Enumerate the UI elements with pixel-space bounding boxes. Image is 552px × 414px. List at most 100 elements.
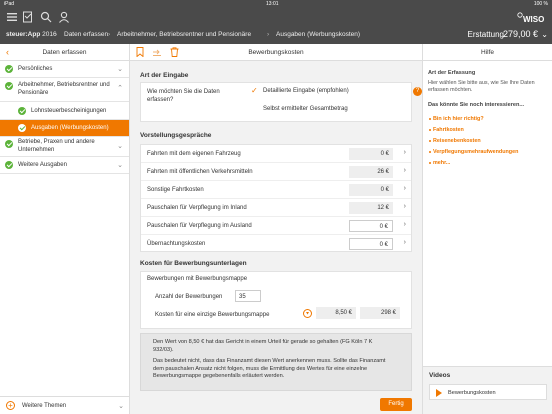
sidebar-item-persoenliches[interactable]: Persönliches ⌄ xyxy=(0,61,129,78)
videos-section: Videos Bewerbungskosten xyxy=(423,366,552,414)
row-verpflegung-inland[interactable]: Pauschalen für Verpflegung im Inland 12 … xyxy=(141,199,411,217)
help-link[interactable]: Verpflegungsmehraufwendungen xyxy=(433,149,518,155)
sidebar-item-label: Lohnsteuerbescheinigungen xyxy=(31,108,107,114)
sidebar-item-label: Ausgaben (Werbungskosten) xyxy=(31,125,109,131)
row-label: Fahrten mit öffentlichen Verkehrsmitteln xyxy=(147,169,253,175)
help-header: Hilfe xyxy=(423,44,552,61)
row-value-input[interactable]: 0 € xyxy=(349,220,393,232)
sidebar-item-lohnsteuer[interactable]: Lohnsteuerbescheinigungen xyxy=(0,102,129,120)
svg-text:WISO: WISO xyxy=(523,15,544,24)
chevron-down-icon[interactable]: ⌄ xyxy=(541,30,548,39)
breadcrumb-item[interactable]: Ausgaben (Werbungskosten) xyxy=(276,31,360,38)
breadcrumb-item[interactable]: Daten erfassen xyxy=(64,31,108,38)
row-value-input[interactable]: 0 € xyxy=(349,238,393,250)
sidebar-header: ‹ Daten erfassen xyxy=(0,44,129,61)
more-topics[interactable]: + Weitere Themen ⌄ xyxy=(0,396,130,414)
row-value: 0 € xyxy=(349,184,393,196)
main-header: Bewerbungskosten xyxy=(130,44,422,61)
main-panel: Bewerbungskosten Art der Eingabe Wie möc… xyxy=(130,44,422,414)
refund-amount[interactable]: 279,00 € xyxy=(503,29,538,39)
check-icon xyxy=(5,161,13,169)
more-topics-label: Weitere Themen xyxy=(22,403,67,409)
breadcrumb-item[interactable]: Arbeitnehmer, Betriebsrentner und Pensio… xyxy=(117,31,251,38)
search-icon[interactable] xyxy=(40,11,52,23)
plus-icon: + xyxy=(6,401,15,410)
input-type-card: Wie möchten Sie die Daten erfassen? ✓ De… xyxy=(140,82,412,122)
check-icon xyxy=(5,65,13,73)
checkmark-icon: ✓ xyxy=(251,86,258,95)
option-total[interactable]: Selbst ermittelter Gesamtbetrag xyxy=(263,106,348,112)
videos-title: Videos xyxy=(429,372,451,379)
sidebar-item-betriebe[interactable]: Betriebe, Praxen und andere Unternehmen … xyxy=(0,137,129,157)
sidebar: ‹ Daten erfassen Persönliches ⌄ Arbeitne… xyxy=(0,44,130,414)
app-name: steuer:App 2016 xyxy=(6,31,57,38)
help-link[interactable]: Reisenebenkosten xyxy=(433,138,481,144)
chevron-right-icon[interactable]: › xyxy=(404,203,406,210)
status-bar: iPad 13:01 100 % xyxy=(0,0,552,7)
chevron-right-icon[interactable]: › xyxy=(404,185,406,192)
interview-costs-card: Fahrten mit dem eigenen Fahrzeug 0 € › F… xyxy=(140,144,412,252)
check-icon xyxy=(5,82,13,90)
option-detailed[interactable]: Detaillierte Eingabe (empfohlen) xyxy=(263,88,349,94)
menu-icon[interactable] xyxy=(6,11,18,23)
chevron-up-icon: ⌃ xyxy=(117,85,123,92)
cost-label: Kosten für eine einzige Bewerbungsmappe xyxy=(155,312,270,318)
help-info-icon[interactable]: ? xyxy=(413,87,422,96)
row-label: Pauschalen für Verpflegung im Inland xyxy=(147,205,247,211)
row-label: Fahrten mit dem eigenen Fahrzeug xyxy=(147,151,241,157)
sidebar-item-weitere-ausgaben[interactable]: Weitere Ausgaben ⌄ xyxy=(0,157,129,174)
help-panel: Hilfe Art der Erfassung Hier wählen Sie … xyxy=(422,44,552,414)
sidebar-item-label: Persönliches xyxy=(18,66,53,72)
help-heading: Art der Erfassung xyxy=(428,70,476,76)
help-link[interactable]: Fahrtkosten xyxy=(433,127,464,133)
breadcrumb: steuer:App 2016 › Daten erfassen › Arbei… xyxy=(0,27,552,44)
wiso-logo: WISO xyxy=(516,11,546,25)
row-uebernachtung[interactable]: Übernachtungskosten 0 € › xyxy=(141,235,411,253)
done-button[interactable]: Fertig xyxy=(380,398,412,411)
docs-subheading: Bewerbungen mit Bewerbungsmappe xyxy=(147,276,248,282)
chevron-right-icon[interactable]: › xyxy=(404,221,406,228)
count-input[interactable]: 35 xyxy=(235,290,261,302)
section-art: Art der Eingabe xyxy=(140,72,189,79)
sidebar-item-ausgaben[interactable]: Ausgaben (Werbungskosten) xyxy=(0,120,129,137)
chevron-down-icon: ⌄ xyxy=(118,403,124,410)
input-type-question: Wie möchten Sie die Daten erfassen? xyxy=(147,89,220,103)
check-icon xyxy=(18,107,26,115)
row-value: 26 € xyxy=(349,166,393,178)
notice-box: Den Wert von 8,50 € hat das Gericht in e… xyxy=(140,333,412,391)
check-icon xyxy=(18,124,26,132)
row-label: Sonstige Fahrtkosten xyxy=(147,187,204,193)
checklist-icon[interactable] xyxy=(22,11,34,23)
row-oepnv[interactable]: Fahrten mit öffentlichen Verkehrsmitteln… xyxy=(141,163,411,181)
refund-label: Erstattung xyxy=(467,30,504,39)
chevron-down-icon: ⌄ xyxy=(117,162,123,169)
section-vorstellung: Vorstellungsgespräche xyxy=(140,132,212,139)
sidebar-item-label: Weitere Ausgaben xyxy=(18,162,67,168)
notice-text-1: Den Wert von 8,50 € hat das Gericht in e… xyxy=(153,339,373,353)
chevron-right-icon[interactable]: › xyxy=(404,239,406,246)
play-icon xyxy=(436,389,442,397)
sidebar-item-label: Arbeitnehmer, Betriebsrentner und Pensio… xyxy=(18,82,110,96)
video-title: Bewerbungskosten xyxy=(448,390,496,396)
chevron-down-icon: ⌄ xyxy=(117,143,123,150)
user-icon[interactable] xyxy=(58,11,70,23)
calculator-icon[interactable] xyxy=(303,309,312,318)
chevron-down-icon: ⌄ xyxy=(117,66,123,73)
sidebar-title: Daten erfassen xyxy=(42,49,87,56)
row-verpflegung-ausland[interactable]: Pauschalen für Verpflegung im Ausland 0 … xyxy=(141,217,411,235)
row-label: Pauschalen für Verpflegung im Ausland xyxy=(147,223,252,229)
row-value: 0 € xyxy=(349,148,393,160)
section-unterlagen: Kosten für Bewerbungsunterlagen xyxy=(140,260,247,267)
chevron-right-icon[interactable]: › xyxy=(404,149,406,156)
help-link[interactable]: Bin ich hier richtig? xyxy=(433,116,484,122)
chevron-right-icon[interactable]: › xyxy=(404,167,406,174)
row-fahrzeug[interactable]: Fahrten mit dem eigenen Fahrzeug 0 € › xyxy=(141,145,411,163)
sidebar-item-arbeitnehmer[interactable]: Arbeitnehmer, Betriebsrentner und Pensio… xyxy=(0,78,129,102)
page-title: Bewerbungskosten xyxy=(248,49,304,56)
video-item[interactable]: Bewerbungskosten xyxy=(429,384,547,400)
row-sonstige[interactable]: Sonstige Fahrtkosten 0 € › xyxy=(141,181,411,199)
help-link[interactable]: mehr... xyxy=(433,160,450,166)
row-value: 12 € xyxy=(349,202,393,214)
help-title: Hilfe xyxy=(480,49,494,56)
help-subheading: Das könnte Sie noch interessieren... xyxy=(428,102,525,108)
